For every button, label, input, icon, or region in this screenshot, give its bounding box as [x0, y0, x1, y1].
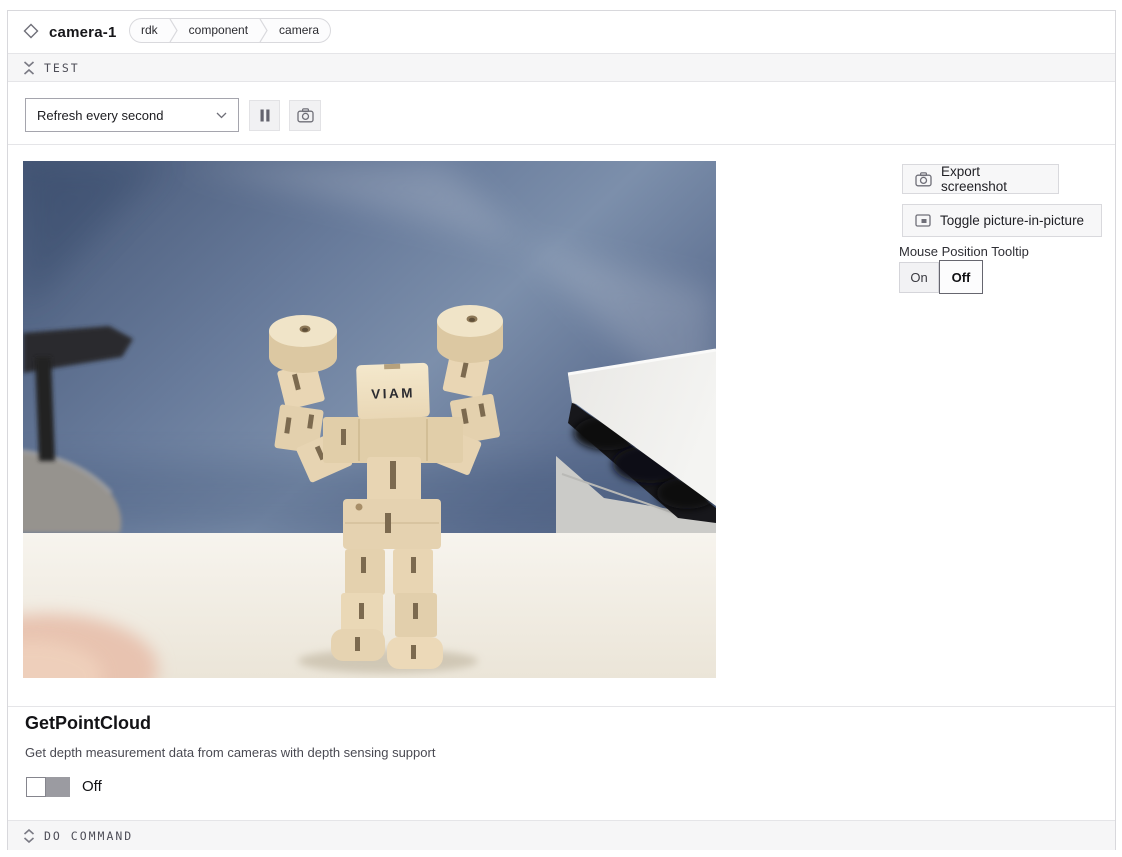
breadcrumb: rdk component camera — [129, 18, 331, 43]
toggle-knob — [26, 777, 46, 797]
getpointcloud-toggle-switch[interactable] — [26, 777, 70, 797]
camera-icon — [915, 172, 932, 187]
robot-head: VIAM — [356, 363, 430, 419]
chevron-separator-icon — [259, 19, 268, 42]
getpointcloud-title: GetPointCloud — [25, 713, 151, 734]
expand-icon — [23, 829, 35, 843]
chevron-separator-icon — [169, 19, 178, 42]
breadcrumb-item-rdk: rdk — [130, 19, 169, 42]
do-command-section-label: DO COMMAND — [44, 829, 133, 843]
camera-panel: camera-1 rdk component camera TEST — [7, 10, 1116, 850]
camera-live-feed[interactable]: VIAM — [23, 161, 716, 678]
toggle-pip-label: Toggle picture-in-picture — [940, 213, 1084, 228]
tooltip-off-button[interactable]: Off — [939, 260, 983, 294]
breadcrumb-item-component: component — [178, 19, 259, 42]
test-section-header[interactable]: TEST — [8, 53, 1115, 82]
chevron-down-icon — [216, 112, 227, 119]
getpointcloud-description: Get depth measurement data from cameras … — [25, 745, 435, 760]
refresh-rate-value: Refresh every second — [37, 108, 163, 123]
tooltip-on-button[interactable]: On — [899, 262, 939, 293]
do-command-section-header[interactable]: DO COMMAND — [8, 820, 1115, 850]
snapshot-button[interactable] — [289, 100, 321, 131]
controls-divider — [8, 144, 1115, 145]
getpointcloud-divider — [8, 706, 1115, 707]
refresh-rate-select[interactable]: Refresh every second — [25, 98, 239, 132]
pause-stream-button[interactable] — [249, 100, 280, 131]
test-section-label: TEST — [44, 61, 80, 75]
camera-module-page: camera-1 rdk component camera TEST — [0, 0, 1122, 857]
camera-icon — [297, 108, 314, 123]
toggle-pip-button[interactable]: Toggle picture-in-picture — [902, 204, 1102, 237]
diamond-component-icon — [23, 23, 39, 39]
picture-in-picture-icon — [915, 214, 931, 227]
export-screenshot-button[interactable]: Export screenshot — [902, 164, 1059, 194]
pause-icon — [259, 109, 271, 122]
getpointcloud-toggle-label: Off — [82, 778, 102, 795]
export-screenshot-label: Export screenshot — [941, 164, 1046, 194]
white-cabinet — [556, 350, 716, 533]
robot-viam-logo-text: VIAM — [371, 385, 415, 402]
mouse-position-tooltip-label: Mouse Position Tooltip — [899, 244, 1029, 259]
breadcrumb-item-camera: camera — [268, 19, 330, 42]
collapse-icon — [23, 61, 35, 75]
page-title: camera-1 — [49, 24, 116, 41]
